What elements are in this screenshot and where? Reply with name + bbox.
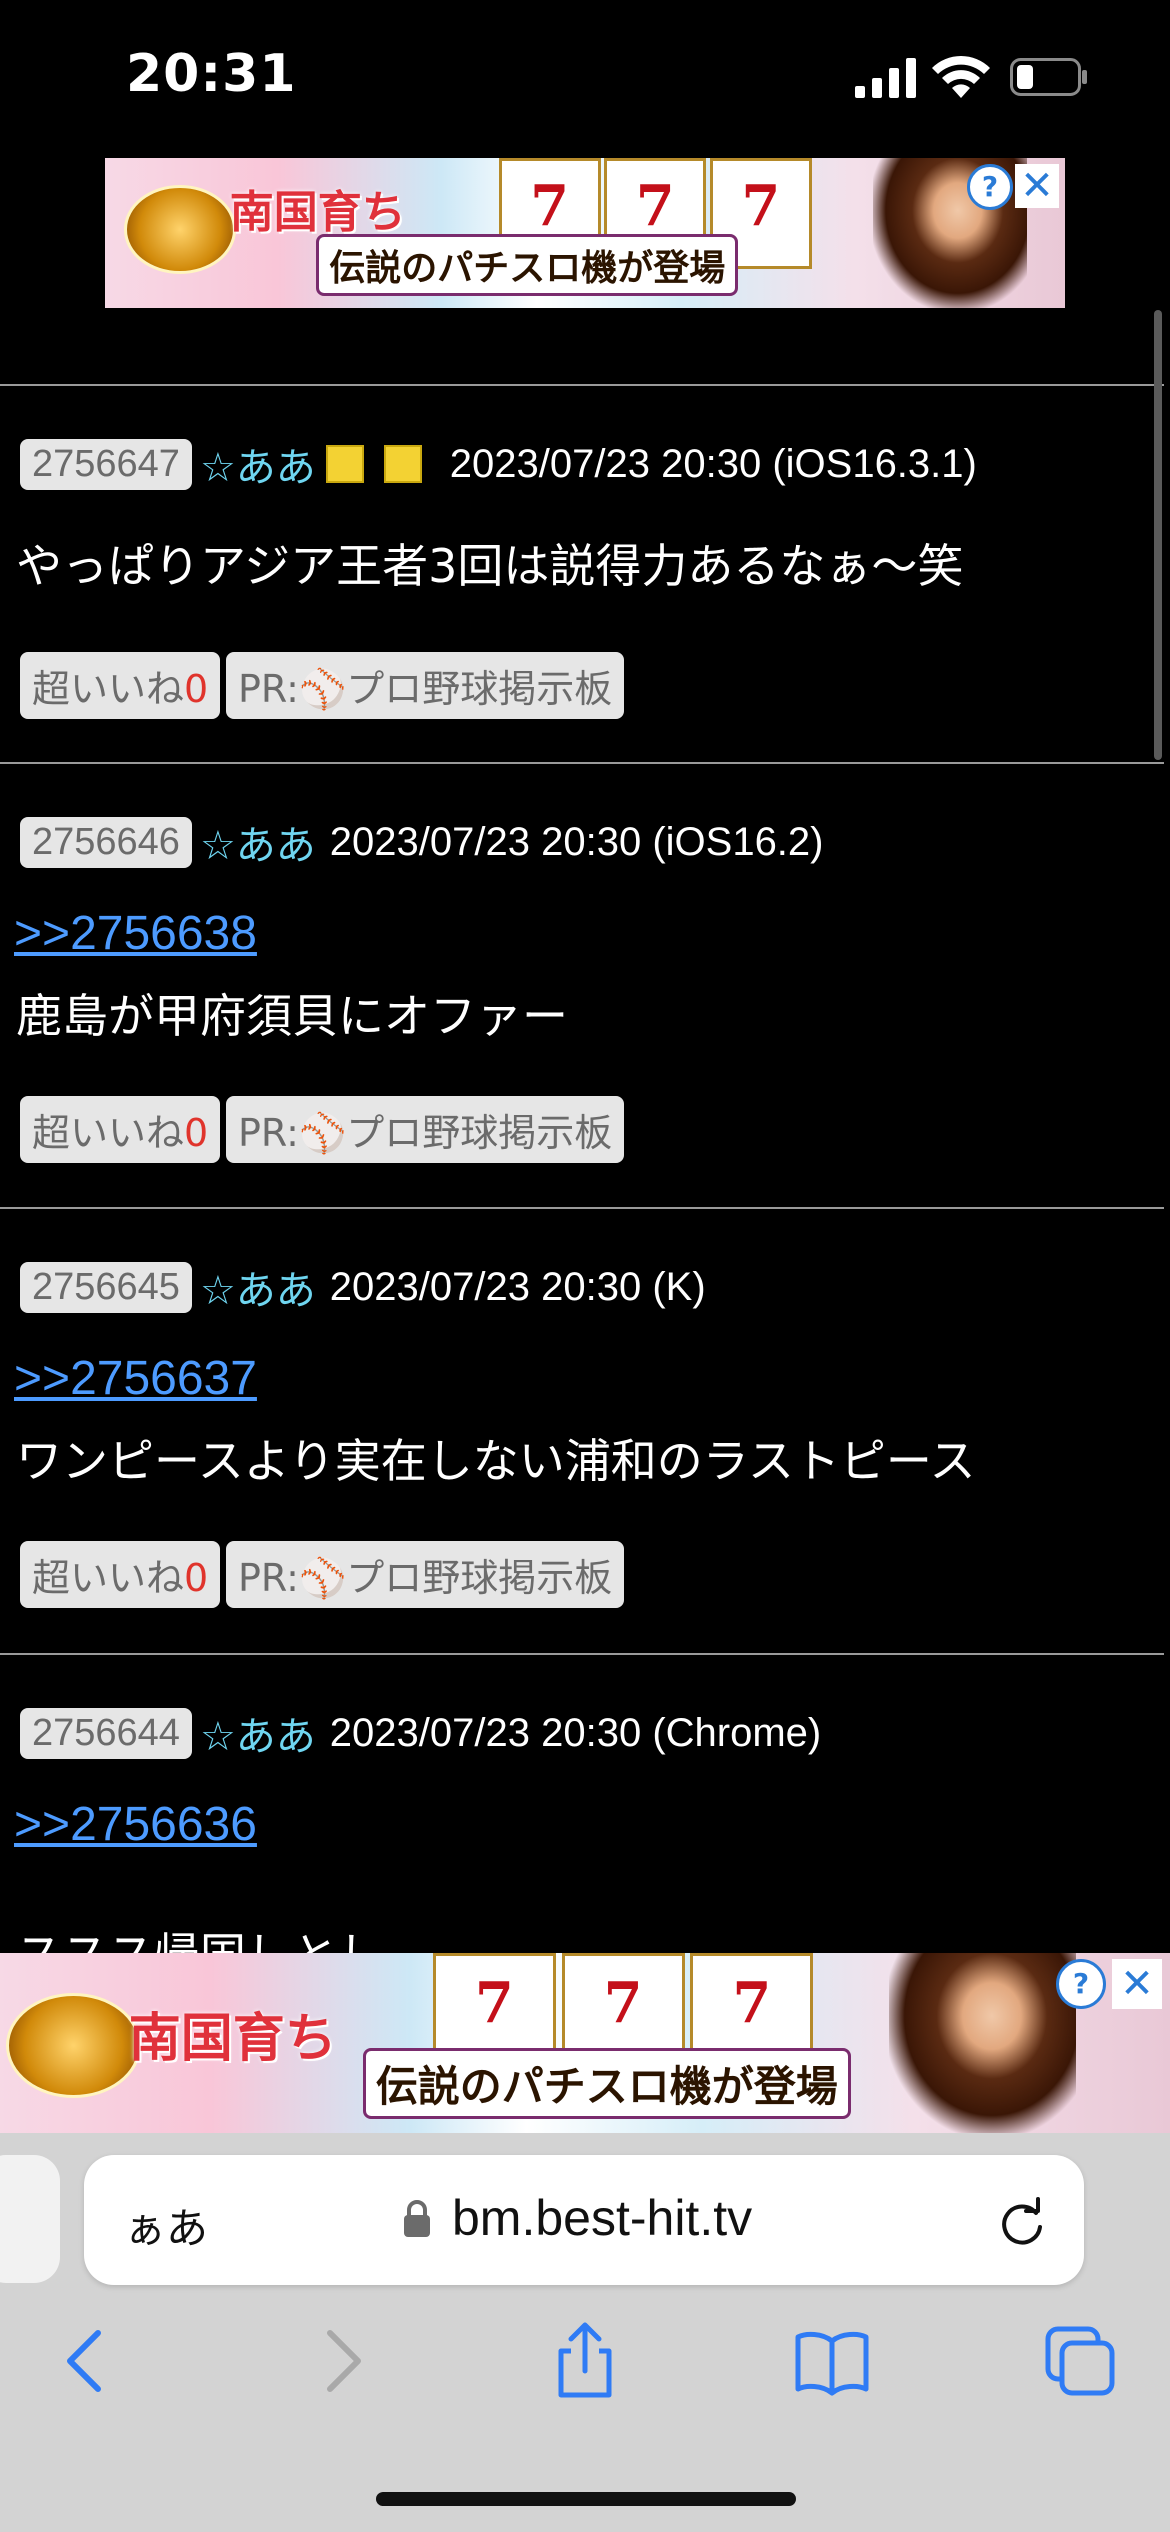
pr-link[interactable]: PR:⚾プロ野球掲示板 bbox=[226, 652, 625, 719]
post-header: 2756644 ☆ああ 2023/07/23 20:30 (Chrome) bbox=[20, 1703, 821, 1763]
post-datetime: 2023/07/23 20:30 (iOS16.2) bbox=[329, 819, 824, 864]
ad-close-icon[interactable]: ✕ bbox=[1015, 164, 1059, 208]
post-author: ☆ああ bbox=[199, 823, 316, 869]
lock-icon bbox=[404, 2200, 430, 2237]
post-body: ワンピースより実在しない浦和のラストピース bbox=[16, 1434, 976, 1488]
post-author: ☆ああ bbox=[199, 445, 316, 491]
post-id[interactable]: 2756647 bbox=[20, 438, 192, 490]
reply-anchor-link[interactable]: >>2756638 bbox=[14, 906, 257, 961]
post-item: 2756644 ☆ああ 2023/07/23 20:30 (Chrome) >>… bbox=[0, 1703, 1164, 1983]
wifi-icon bbox=[932, 55, 990, 98]
ad-help-icon[interactable]: ? bbox=[1056, 1959, 1106, 2009]
ad-title: 南国育ち bbox=[128, 2008, 337, 2070]
reply-anchor-link[interactable]: >>2756636 bbox=[14, 1797, 257, 1852]
like-button[interactable]: 超いいね0 bbox=[20, 652, 221, 719]
ad-caption: 伝説のパチスロ機が登場 bbox=[316, 234, 739, 296]
address-bar[interactable]: ぁあ bm.best-hit.tv bbox=[84, 2155, 1084, 2285]
like-button[interactable]: 超いいね0 bbox=[20, 1541, 221, 1608]
ad-logo bbox=[5, 1992, 141, 2098]
divider bbox=[0, 384, 1164, 386]
like-count: 0 bbox=[184, 667, 209, 711]
post-id[interactable]: 2756644 bbox=[20, 1707, 192, 1759]
like-button[interactable]: 超いいね0 bbox=[20, 1096, 221, 1163]
post-datetime: 2023/07/23 20:30 (K) bbox=[329, 1264, 706, 1309]
ad-close-icon[interactable]: ✕ bbox=[1112, 1959, 1162, 2009]
like-count: 0 bbox=[184, 1556, 209, 1600]
badge-square bbox=[383, 445, 422, 483]
reload-icon[interactable] bbox=[996, 2197, 1048, 2249]
ad-banner-bottom[interactable]: 南国育ち 7 7 7 伝説のパチスロ機が登場 ? ✕ bbox=[0, 1953, 1170, 2133]
ad-logo bbox=[124, 185, 236, 274]
post-datetime: 2023/07/23 20:30 (Chrome) bbox=[329, 1710, 822, 1755]
post-body: 鹿島が甲府須貝にオファー bbox=[16, 989, 568, 1043]
browser-toolbar: ぁあ bm.best-hit.tv bbox=[0, 2133, 1170, 2532]
home-indicator[interactable] bbox=[376, 2492, 796, 2506]
status-bar: 20:31 bbox=[0, 0, 1170, 150]
post-author: ☆ああ bbox=[199, 1268, 316, 1314]
post-id[interactable]: 2756645 bbox=[20, 1261, 192, 1313]
divider bbox=[0, 1653, 1164, 1655]
tabs-icon[interactable] bbox=[1040, 2321, 1120, 2401]
post-item: 2756645 ☆ああ 2023/07/23 20:30 (K) >>27566… bbox=[0, 1257, 1164, 1647]
bookmarks-icon[interactable] bbox=[792, 2321, 872, 2401]
battery-icon bbox=[1010, 58, 1087, 96]
status-time: 20:31 bbox=[126, 44, 297, 104]
post-header: 2756646 ☆ああ 2023/07/23 20:30 (iOS16.2) bbox=[20, 812, 824, 872]
post-header: 2756645 ☆ああ 2023/07/23 20:30 (K) bbox=[20, 1257, 706, 1317]
like-count: 0 bbox=[184, 1111, 209, 1155]
ad-caption: 伝説のパチスロ機が登場 bbox=[362, 2047, 851, 2119]
divider bbox=[0, 1207, 1164, 1209]
post-datetime: 2023/07/23 20:30 (iOS16.3.1) bbox=[449, 441, 977, 486]
post-header: 2756647 ☆ああ 2023/07/23 20:30 (iOS16.3.1) bbox=[20, 434, 977, 494]
share-icon[interactable] bbox=[545, 2321, 625, 2401]
pr-link[interactable]: PR:⚾プロ野球掲示板 bbox=[226, 1096, 625, 1163]
post-item: 2756646 ☆ああ 2023/07/23 20:30 (iOS16.2) >… bbox=[0, 812, 1164, 1202]
cellular-signal-icon bbox=[855, 58, 916, 98]
ad-banner-top[interactable]: 南国育ち 7 7 7 伝説のパチスロ機が登場 ? ✕ bbox=[105, 158, 1065, 308]
post-body: やっぱりアジア王者3回は説得力あるなぁ～笑 bbox=[16, 539, 964, 593]
previous-tab-peek[interactable] bbox=[0, 2155, 60, 2283]
pr-link[interactable]: PR:⚾プロ野球掲示板 bbox=[226, 1541, 625, 1608]
ad-title: 南国育ち bbox=[229, 187, 406, 238]
post-id[interactable]: 2756646 bbox=[20, 816, 192, 868]
post-author: ☆ああ bbox=[199, 1714, 316, 1760]
scrollbar[interactable] bbox=[1154, 310, 1162, 760]
post-item: 2756647 ☆ああ 2023/07/23 20:30 (iOS16.3.1)… bbox=[0, 434, 1164, 764]
ad-character-image bbox=[889, 1953, 1077, 2133]
forward-icon[interactable] bbox=[300, 2321, 380, 2401]
reply-anchor-link[interactable]: >>2756637 bbox=[14, 1351, 257, 1406]
page-settings-button[interactable]: ぁあ bbox=[124, 2195, 208, 2256]
back-icon[interactable] bbox=[48, 2321, 128, 2401]
url-text[interactable]: bm.best-hit.tv bbox=[452, 2189, 752, 2247]
ad-help-icon[interactable]: ? bbox=[967, 164, 1013, 210]
divider bbox=[0, 762, 1164, 764]
badge-square bbox=[325, 445, 364, 483]
